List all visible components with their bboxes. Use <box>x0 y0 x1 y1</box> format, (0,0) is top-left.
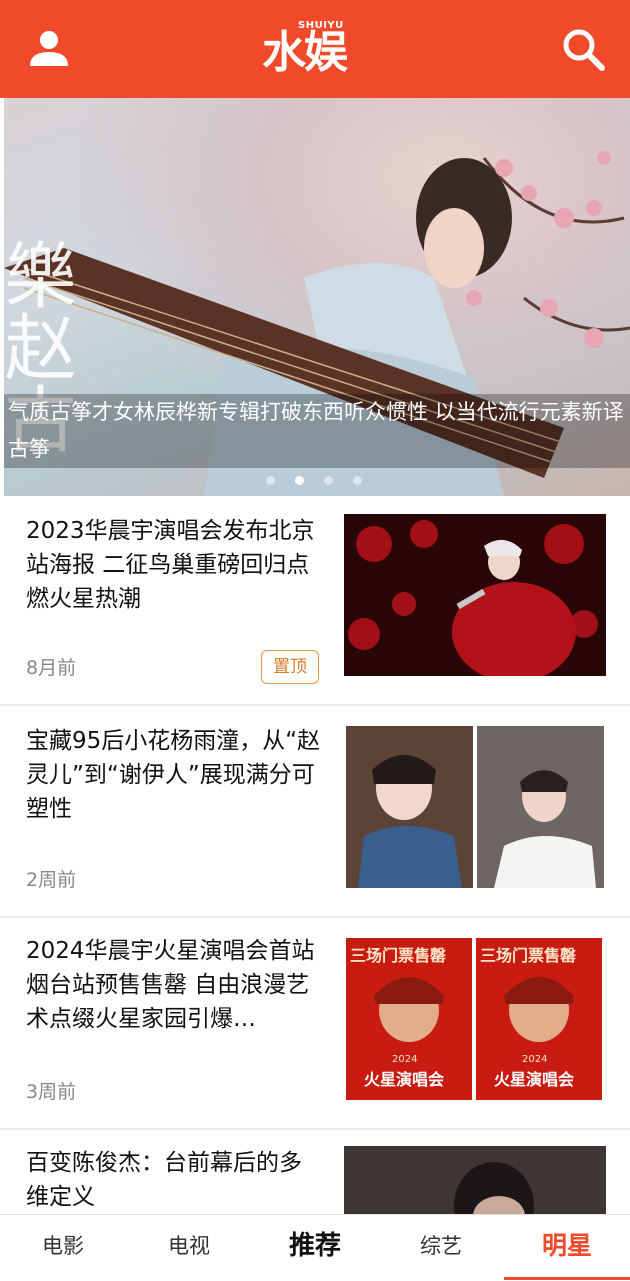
tab-movie[interactable]: 电影 <box>0 1215 126 1277</box>
news-thumbnail[interactable] <box>344 726 606 888</box>
news-title[interactable]: 2023华晨宇演唱会发布北京站海报 二征鸟巢重磅回归点燃火星热潮 <box>26 514 322 616</box>
carousel-dot[interactable] <box>353 476 362 485</box>
news-item[interactable]: 宝藏95后小花杨雨潼，从“赵灵儿”到“谢伊人”展现满分可塑性 2周前 <box>0 706 630 916</box>
news-title[interactable]: 宝藏95后小花杨雨潼，从“赵灵儿”到“谢伊人”展现满分可塑性 <box>26 724 322 826</box>
search-icon[interactable] <box>560 26 606 72</box>
news-item[interactable]: 百变陈俊杰：台前幕后的多维定义 <box>0 1130 630 1214</box>
carousel-dot[interactable] <box>266 476 275 485</box>
news-time: 3周前 <box>26 1081 77 1103</box>
news-title[interactable]: 2024华晨宇火星演唱会首站烟台站预售售罄 自由浪漫艺术点缀火星家园引爆… <box>26 934 322 1036</box>
carousel-dots <box>266 470 382 485</box>
bottom-tab-bar: 电影 电视 推荐 综艺 明星 <box>0 1214 630 1281</box>
news-thumbnail[interactable]: 三场门票售罄 三场门票售罄 2024 2024 火星演唱会 火星演唱会 <box>344 938 606 1100</box>
poster-title: 火星演唱会 <box>364 1070 445 1089</box>
news-time: 2周前 <box>26 869 77 891</box>
poster-year: 2024 <box>522 1054 548 1065</box>
user-icon[interactable] <box>28 28 70 70</box>
tab-variety[interactable]: 综艺 <box>378 1215 504 1277</box>
featured-banner[interactable]: 樂赵古 气质古筝才女林辰桦新专辑打破东西听众惯性 以当代流行元素新译古筝 <box>4 98 630 496</box>
pinned-badge: 置顶 <box>261 650 319 684</box>
news-title[interactable]: 百变陈俊杰：台前幕后的多维定义 <box>26 1146 322 1214</box>
tab-star[interactable]: 明星 <box>504 1215 630 1280</box>
carousel-dot[interactable] <box>324 476 333 485</box>
app-logo[interactable]: SHUIYU 水娱 <box>262 18 368 78</box>
poster-headline: 三场门票售罄 <box>350 946 447 965</box>
poster-year: 2024 <box>392 1054 418 1065</box>
news-thumbnail[interactable] <box>344 514 606 676</box>
tab-recommend[interactable]: 推荐 <box>252 1215 378 1277</box>
news-item[interactable]: 2023华晨宇演唱会发布北京站海报 二征鸟巢重磅回归点燃火星热潮 8月前 置顶 <box>0 496 630 704</box>
tab-star-label: 明星 <box>541 1231 592 1260</box>
news-item[interactable]: 2024华晨宇火星演唱会首站烟台站预售售罄 自由浪漫艺术点缀火星家园引爆… 3周… <box>0 918 630 1128</box>
news-time: 8月前 <box>26 657 77 679</box>
poster-title: 火星演唱会 <box>494 1070 575 1089</box>
tab-tv[interactable]: 电视 <box>126 1215 252 1277</box>
poster-headline: 三场门票售罄 <box>480 946 577 965</box>
news-thumbnail[interactable] <box>344 1146 606 1214</box>
carousel-dot-active[interactable] <box>295 476 304 485</box>
top-bar: SHUIYU 水娱 <box>0 0 630 98</box>
logo-mark: 水娱 <box>262 27 348 78</box>
banner-caption[interactable]: 气质古筝才女林辰桦新专辑打破东西听众惯性 以当代流行元素新译古筝 <box>4 394 630 468</box>
